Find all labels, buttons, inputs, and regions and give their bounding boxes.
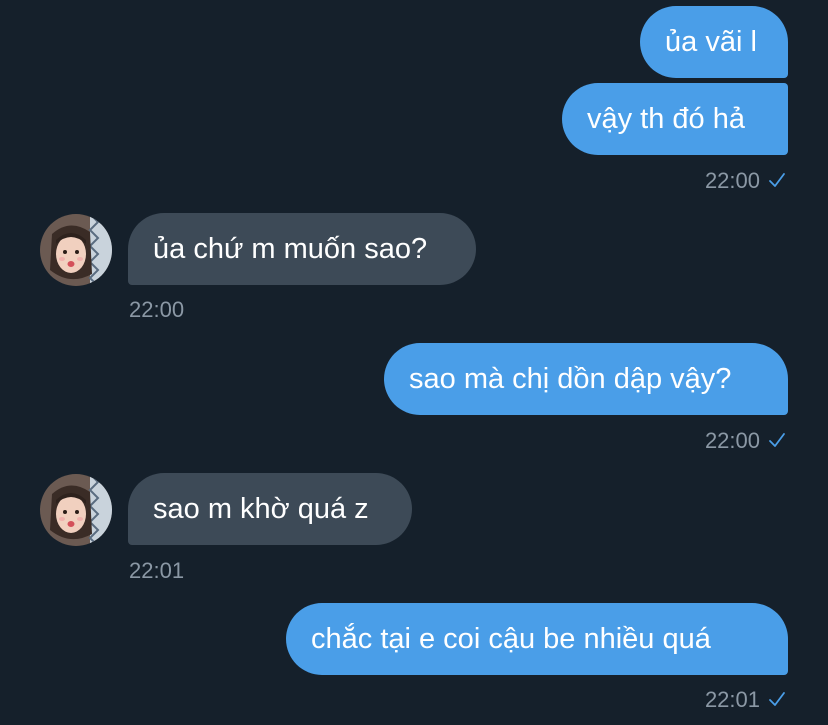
outgoing-message-bubble[interactable]: ủa vãi l (640, 6, 788, 78)
message-text: sao mà chị dồn dập vậy? (409, 363, 732, 395)
message-timestamp: 22:01 (129, 558, 184, 584)
message-timestamp: 22:00 (705, 168, 786, 194)
message-timestamp: 22:00 (705, 428, 786, 454)
check-icon (769, 433, 785, 447)
message-text: vậy th đó hả (587, 103, 745, 135)
timestamp-text: 22:00 (704, 428, 760, 453)
message-text: sao m khờ quá z (153, 493, 369, 525)
message-timestamp: 22:00 (129, 297, 184, 323)
message-timestamp: 22:01 (705, 687, 786, 713)
timestamp-text: 22:01 (129, 558, 185, 583)
outgoing-message-bubble[interactable]: vậy th đó hả (562, 83, 788, 155)
timestamp-text: 22:00 (704, 168, 760, 193)
incoming-message-bubble[interactable]: ủa chứ m muốn sao? (128, 213, 476, 285)
check-icon (769, 173, 785, 187)
message-text: chắc tại e coi cậu be nhiều quá (311, 623, 711, 655)
message-text: ủa vãi l (665, 26, 757, 58)
check-icon (769, 692, 785, 706)
contact-avatar[interactable] (40, 474, 112, 546)
outgoing-message-bubble[interactable]: chắc tại e coi cậu be nhiều quá (286, 603, 788, 675)
timestamp-text: 22:00 (129, 297, 185, 322)
chat-thread: ủa vãi l vậy th đó hả 22:00 ủa chứ m muố… (0, 0, 828, 725)
avatar-photo-icon (40, 474, 112, 546)
outgoing-message-bubble[interactable]: sao mà chị dồn dập vậy? (384, 343, 788, 415)
incoming-message-bubble[interactable]: sao m khờ quá z (128, 473, 412, 545)
timestamp-text: 22:01 (704, 687, 760, 712)
message-text: ủa chứ m muốn sao? (153, 233, 428, 265)
contact-avatar[interactable] (40, 214, 112, 286)
avatar-photo-icon (40, 214, 112, 286)
